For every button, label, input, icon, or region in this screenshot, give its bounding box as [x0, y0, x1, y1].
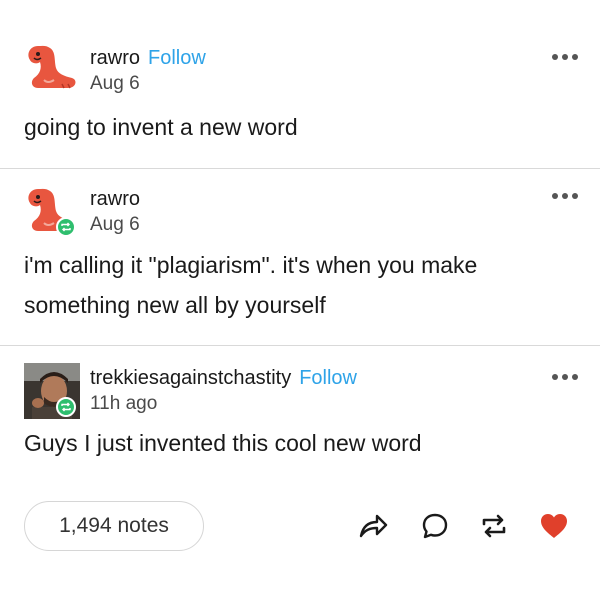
- more-icon[interactable]: [552, 193, 578, 201]
- notes-count-button[interactable]: 1,494 notes: [24, 501, 204, 551]
- more-icon[interactable]: [552, 54, 578, 62]
- post-reblog-2: trekkiesagainstchastity Follow 11h ago Gu…: [0, 346, 600, 601]
- post-text: i'm calling it "plagiarism". it's when y…: [24, 252, 478, 318]
- dinosaur-avatar-icon: [28, 45, 76, 89]
- post-text: Guys I just invented this cool new word: [24, 430, 422, 456]
- reply-icon[interactable]: [419, 510, 451, 542]
- post-author-line: trekkiesagainstchastity Follow: [90, 367, 357, 390]
- post-reblog-1: rawro Aug 6 i'm calling it "plagiarism".…: [0, 169, 600, 346]
- follow-button[interactable]: Follow: [148, 47, 206, 69]
- username-link[interactable]: rawro: [90, 188, 140, 211]
- post-date: 11h ago: [90, 393, 158, 414]
- reblog-badge-icon: [56, 397, 76, 417]
- follow-button[interactable]: Follow: [299, 367, 357, 389]
- reblog-icon[interactable]: [478, 510, 510, 542]
- heart-icon[interactable]: [538, 510, 570, 542]
- share-icon[interactable]: [357, 510, 389, 542]
- post-date: Aug 6: [90, 214, 140, 235]
- post-author-line: rawro Follow: [90, 47, 206, 70]
- avatar-trekkiesagainstchastity[interactable]: [24, 363, 80, 419]
- more-icon[interactable]: [552, 374, 578, 382]
- post-original: rawro Follow Aug 6 going to invent a new …: [0, 0, 600, 169]
- reblog-badge-icon: [56, 217, 76, 237]
- username-link[interactable]: trekkiesagainstchastity: [90, 367, 291, 389]
- post-date: Aug 6: [90, 73, 140, 94]
- username-link[interactable]: rawro: [90, 47, 140, 69]
- avatar-rawro[interactable]: [24, 40, 80, 96]
- avatar-rawro[interactable]: [24, 183, 80, 239]
- post-text: going to invent a new word: [24, 114, 298, 140]
